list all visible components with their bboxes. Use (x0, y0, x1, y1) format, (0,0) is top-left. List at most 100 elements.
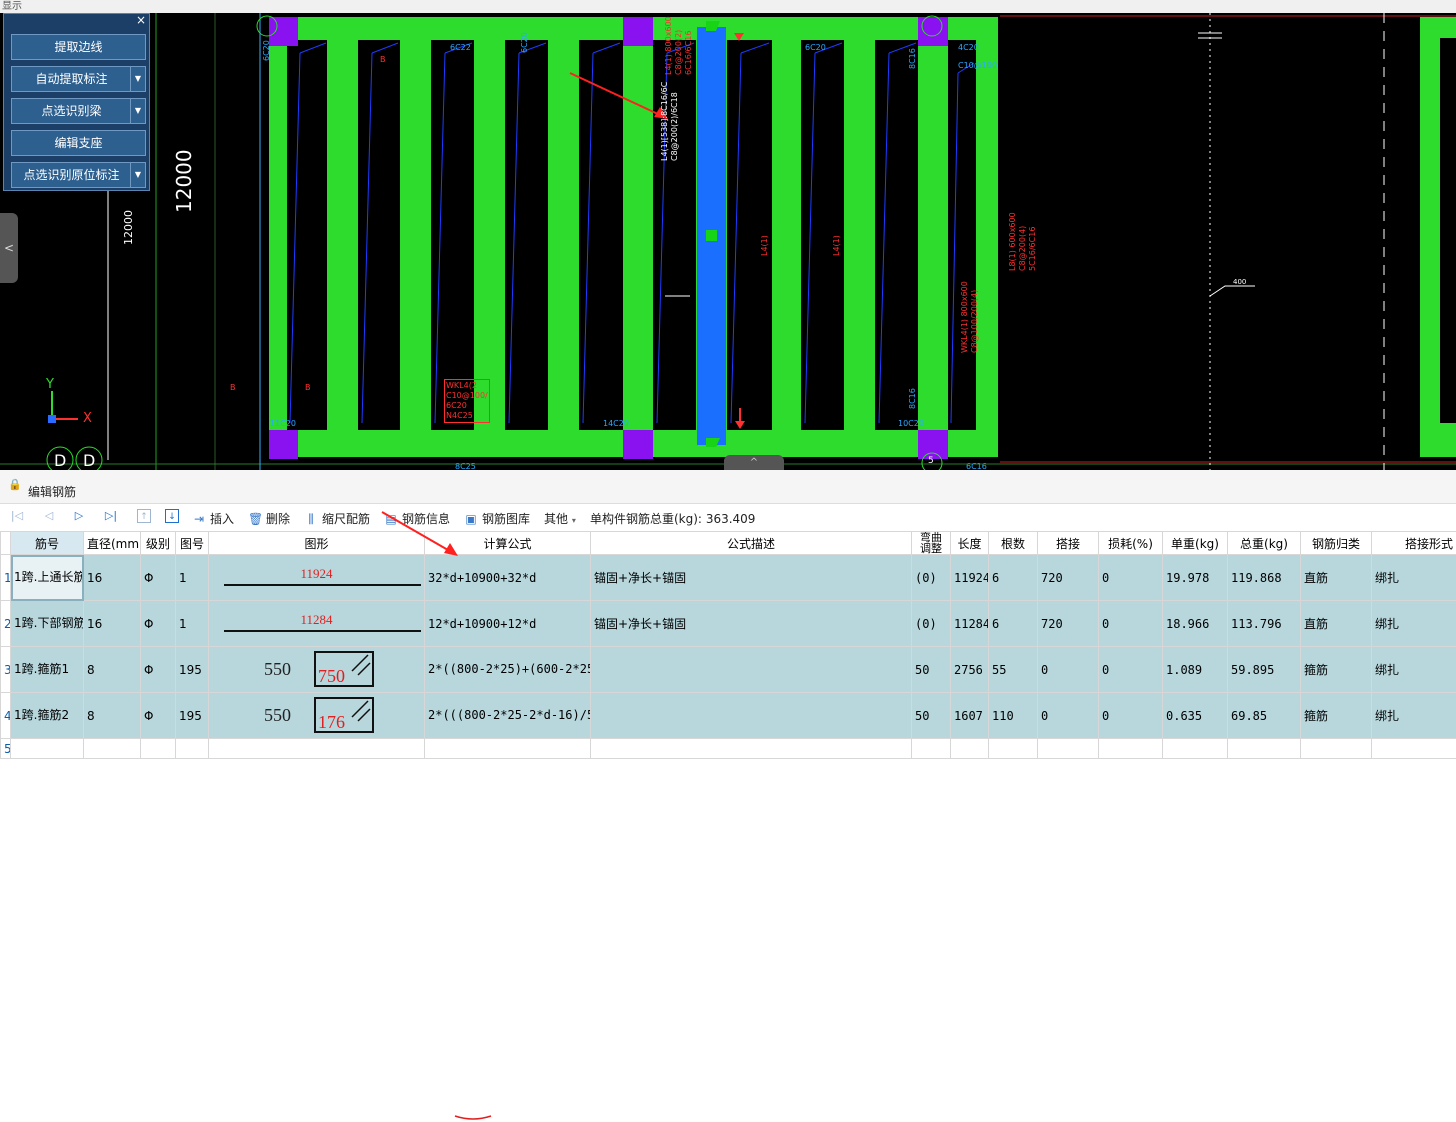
auto-extract-annotation-button[interactable]: 自动提取标注▼ (11, 66, 146, 92)
rebar-library-button[interactable]: ▣钢筋图库 (464, 510, 530, 527)
length-cell[interactable]: 11924 (951, 555, 989, 601)
diameter-cell[interactable]: 16 (84, 555, 141, 601)
chevron-down-icon[interactable]: ▼ (130, 163, 145, 187)
shape-cell[interactable]: 11924 (209, 555, 425, 601)
bottom-collapse-handle[interactable]: ^ (724, 455, 784, 470)
header-total-weight[interactable]: 总重(kg) (1228, 532, 1301, 555)
empty-cell[interactable] (425, 739, 591, 759)
lap-form-cell[interactable]: 绑扎 (1372, 647, 1456, 693)
total-weight-cell[interactable]: 59.895 (1228, 647, 1301, 693)
rebar-type-cell[interactable]: 箍筋 (1301, 647, 1372, 693)
header-bend-adjust[interactable]: 弯曲调整 (912, 532, 951, 555)
column-top-left[interactable] (269, 17, 298, 46)
total-weight-cell[interactable]: 119.868 (1228, 555, 1301, 601)
unit-weight-cell[interactable]: 18.966 (1163, 601, 1228, 647)
count-cell[interactable]: 55 (989, 647, 1038, 693)
figure-no-cell[interactable]: 195 (176, 647, 209, 693)
empty-cell[interactable] (1228, 739, 1301, 759)
count-cell[interactable]: 110 (989, 693, 1038, 739)
header-formula-desc[interactable]: 公式描述 (591, 532, 912, 555)
insert-button[interactable]: ⇥插入 (192, 510, 234, 527)
lap-form-cell[interactable]: 绑扎 (1372, 693, 1456, 739)
empty-cell[interactable] (989, 739, 1038, 759)
header-grade[interactable]: 级别 (141, 532, 176, 555)
column-top-mid[interactable] (623, 17, 653, 46)
empty-cell[interactable] (11, 739, 84, 759)
table-row[interactable]: 3 1跨.箍筋1 8 Φ 195 550750 2*((800-2*25)+(6… (1, 647, 1456, 693)
formula-cell[interactable]: 12*d+10900+12*d (425, 601, 591, 647)
grade-cell[interactable]: Φ (141, 601, 176, 647)
rebar-type-cell[interactable]: 直筋 (1301, 555, 1372, 601)
header-unit-weight[interactable]: 单重(kg) (1163, 532, 1228, 555)
table-row[interactable]: 4 1跨.箍筋2 8 Φ 195 550176 2*(((800-2*25-2*… (1, 693, 1456, 739)
lap-cell[interactable]: 720 (1038, 555, 1099, 601)
lap-form-cell[interactable]: 绑扎 (1372, 555, 1456, 601)
length-cell[interactable]: 11284 (951, 601, 989, 647)
selected-beam-grip[interactable] (706, 230, 717, 241)
header-shape[interactable]: 图形 (209, 532, 425, 555)
extract-edges-button[interactable]: 提取边线 (11, 34, 146, 60)
diameter-cell[interactable]: 8 (84, 647, 141, 693)
edit-support-button[interactable]: 编辑支座 (11, 130, 146, 156)
unit-weight-cell[interactable]: 19.978 (1163, 555, 1228, 601)
last-record-icon[interactable]: ▷| (104, 509, 118, 523)
header-rebar-type[interactable]: 钢筋归类 (1301, 532, 1372, 555)
chevron-down-icon[interactable]: ▼ (130, 67, 145, 91)
column-bottom-right[interactable] (918, 430, 948, 459)
figure-no-cell[interactable]: 1 (176, 601, 209, 647)
panel-close-icon[interactable]: × (136, 13, 146, 27)
next-record-icon[interactable]: ▷ (72, 509, 86, 523)
rebar-info-button[interactable]: ▤钢筋信息 (384, 510, 450, 527)
pick-identify-in-situ-button[interactable]: 点选识别原位标注▼ (11, 162, 146, 188)
empty-cell[interactable] (951, 739, 989, 759)
previous-record-icon[interactable]: ◁ (42, 509, 56, 523)
grade-cell[interactable]: Φ (141, 555, 176, 601)
empty-cell[interactable] (591, 739, 912, 759)
empty-cell[interactable] (912, 739, 951, 759)
header-loss[interactable]: 损耗(%) (1099, 532, 1163, 555)
empty-cell[interactable] (1372, 739, 1456, 759)
lap-cell[interactable]: 0 (1038, 647, 1099, 693)
delete-button[interactable]: 🗑删除 (248, 510, 290, 527)
total-weight-cell[interactable]: 69.85 (1228, 693, 1301, 739)
shape-cell[interactable]: 550176 (209, 693, 425, 739)
first-record-icon[interactable]: |◁ (10, 509, 24, 523)
rebar-type-cell[interactable]: 箍筋 (1301, 693, 1372, 739)
loss-cell[interactable]: 0 (1099, 693, 1163, 739)
formula-desc-cell[interactable] (591, 693, 912, 739)
bar-name-cell[interactable]: 1跨.箍筋1 (11, 647, 84, 693)
unit-weight-cell[interactable]: 0.635 (1163, 693, 1228, 739)
column-top-right[interactable] (918, 17, 948, 46)
bar-name-cell[interactable]: 1跨.下部钢筋1 (11, 601, 84, 647)
bend-cell[interactable]: 50 (912, 647, 951, 693)
loss-cell[interactable]: 0 (1099, 647, 1163, 693)
grade-cell[interactable]: Φ (141, 693, 176, 739)
bend-cell[interactable]: (0) (912, 555, 951, 601)
header-formula[interactable]: 计算公式 (425, 532, 591, 555)
diameter-cell[interactable]: 8 (84, 693, 141, 739)
total-weight-cell[interactable]: 113.796 (1228, 601, 1301, 647)
empty-cell[interactable] (176, 739, 209, 759)
diameter-cell[interactable]: 16 (84, 601, 141, 647)
figure-no-cell[interactable]: 1 (176, 555, 209, 601)
loss-cell[interactable]: 0 (1099, 601, 1163, 647)
bend-cell[interactable]: 50 (912, 693, 951, 739)
header-lap-form[interactable]: 搭接形式 (1372, 532, 1456, 555)
header-lap[interactable]: 搭接 (1038, 532, 1099, 555)
other-menu-button[interactable]: 其他 ▾ (544, 510, 576, 527)
unit-weight-cell[interactable]: 1.089 (1163, 647, 1228, 693)
header-figure-no[interactable]: 图号 (176, 532, 209, 555)
table-row[interactable]: 2 1跨.下部钢筋1 16 Φ 1 11284 12*d+10900+12*d … (1, 601, 1456, 647)
lap-form-cell[interactable]: 绑扎 (1372, 601, 1456, 647)
lock-icon[interactable]: 🔒 (8, 478, 22, 491)
empty-cell[interactable] (209, 739, 425, 759)
cad-drawing-canvas[interactable]: 12000 12000 Y X D D L4(1)[538]:8C16/6C C… (0, 13, 1456, 470)
bend-cell[interactable]: (0) (912, 601, 951, 647)
formula-desc-cell[interactable] (591, 647, 912, 693)
column-bottom-left[interactable] (269, 430, 298, 459)
header-count[interactable]: 根数 (989, 532, 1038, 555)
table-row[interactable]: 1 1跨.上通长筋1 16 Φ 1 11924 32*d+10900+32*d … (1, 555, 1456, 601)
length-cell[interactable]: 1607 (951, 693, 989, 739)
chevron-down-icon[interactable]: ▼ (130, 99, 145, 123)
formula-desc-cell[interactable]: 锚固+净长+锚固 (591, 555, 912, 601)
